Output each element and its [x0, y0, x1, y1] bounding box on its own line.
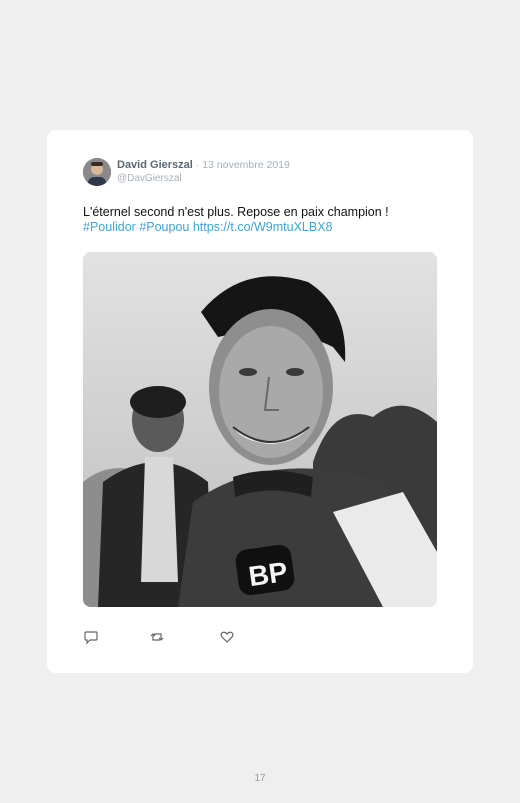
tweet-body: L'éternel second n'est plus. Repose en p… — [83, 205, 389, 219]
photo-badge-text: BP — [247, 556, 290, 592]
author-handle[interactable]: @DavGierszal — [117, 173, 182, 184]
reply-icon[interactable] — [83, 629, 99, 645]
tweet-links: #Poulidor #Poupou https://t.co/W9mtuXLBX… — [83, 220, 443, 235]
page-number: 17 — [254, 773, 266, 784]
retweet-icon[interactable] — [149, 629, 165, 645]
tweet-url[interactable]: https://t.co/W9mtuXLBX8 — [193, 220, 333, 234]
avatar[interactable] — [83, 158, 111, 186]
hashtag-poupou[interactable]: #Poupou — [139, 220, 189, 234]
tweet-photo[interactable]: BP — [83, 252, 437, 607]
tweet-card: David Gierszal · 13 novembre 2019 @DavGi… — [47, 130, 473, 673]
action-bar — [83, 629, 283, 645]
author-row: David Gierszal · 13 novembre 2019 — [117, 159, 290, 171]
author-name[interactable]: David Gierszal — [117, 159, 193, 171]
hashtag-poulidor[interactable]: #Poulidor — [83, 220, 136, 234]
heart-icon[interactable] — [219, 629, 235, 645]
tweet-text: L'éternel second n'est plus. Repose en p… — [83, 205, 443, 235]
tweet-date[interactable]: · 13 novembre 2019 — [196, 159, 290, 171]
